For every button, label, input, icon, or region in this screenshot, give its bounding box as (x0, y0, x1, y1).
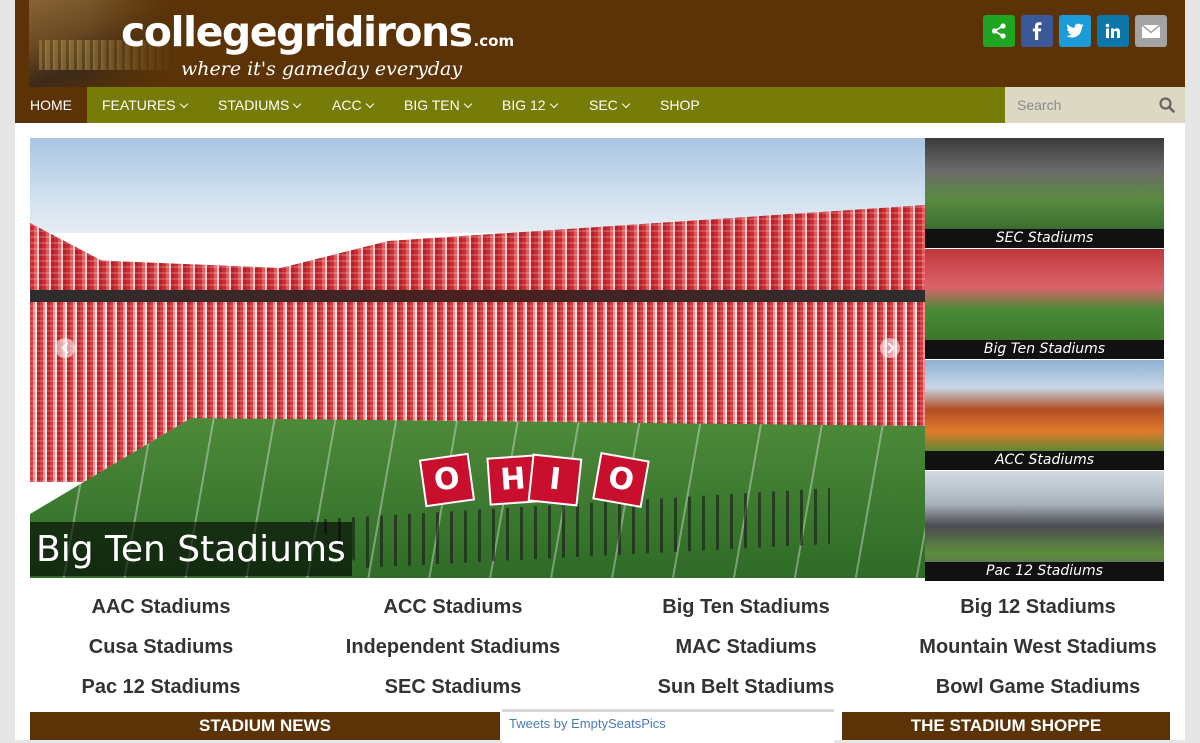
link-big-12-stadiums[interactable]: Big 12 Stadiums (892, 595, 1184, 619)
link-pac-12-stadiums[interactable]: Pac 12 Stadiums (15, 675, 307, 699)
thumb-caption[interactable]: SEC Stadiums (925, 229, 1164, 248)
link-sun-belt-stadiums[interactable]: Sun Belt Stadiums (600, 675, 892, 699)
nav-acc[interactable]: ACC (332, 87, 374, 123)
nav-stadiums[interactable]: STADIUMS (218, 87, 302, 123)
nav-big-ten[interactable]: BIG TEN (404, 87, 473, 123)
slide-flag: I (527, 453, 583, 507)
twitter-icon[interactable] (1059, 15, 1091, 47)
tweets-link[interactable]: Tweets by EmptySeatsPics (502, 712, 834, 735)
twitter-widget: Tweets by EmptySeatsPics (502, 709, 834, 743)
logo-text[interactable]: collegegridirons (121, 8, 473, 56)
nav-features[interactable]: FEATURES (102, 87, 188, 123)
link-aac-stadiums[interactable]: AAC Stadiums (15, 595, 307, 619)
link-mountain-west-stadiums[interactable]: Mountain West Stadiums (892, 635, 1184, 659)
link-big-ten-stadiums[interactable]: Big Ten Stadiums (600, 595, 892, 619)
chevron-down-icon (293, 99, 302, 109)
share-icon[interactable] (983, 15, 1015, 47)
thumb-pac-12-stadiums[interactable]: Pac 12 Stadiums (925, 471, 1164, 581)
search-input[interactable] (1005, 87, 1169, 123)
slide-flag: O (592, 452, 650, 508)
nav-shop[interactable]: SHOP (660, 87, 700, 123)
nav-features-label[interactable]: FEATURES (102, 97, 176, 113)
nav-big-12[interactable]: BIG 12 (502, 87, 558, 123)
nav-sec[interactable]: SEC (589, 87, 631, 123)
chevron-down-icon (621, 99, 631, 109)
page: collegegridirons .com where it's gameday … (15, 0, 1185, 743)
site-logo[interactable]: collegegridirons .com (121, 8, 514, 56)
nav-stadiums-label[interactable]: STADIUMS (218, 97, 289, 113)
nav-home-label[interactable]: HOME (30, 97, 72, 113)
search-icon[interactable] (1159, 97, 1175, 118)
site-header: collegegridirons .com where it's gameday … (15, 0, 1185, 87)
chevron-down-icon (179, 99, 188, 109)
link-mac-stadiums[interactable]: MAC Stadiums (600, 635, 892, 659)
nav-acc-label[interactable]: ACC (332, 97, 362, 113)
thumb-acc-stadiums[interactable]: ACC Stadiums (925, 360, 1164, 470)
nav-big-ten-label[interactable]: BIG TEN (404, 97, 460, 113)
nav-big-12-label[interactable]: BIG 12 (502, 97, 546, 113)
thumb-big-ten-stadiums[interactable]: Big Ten Stadiums (925, 249, 1164, 359)
stadium-shoppe-heading: THE STADIUM SHOPPE (842, 712, 1170, 740)
thumb-caption[interactable]: Big Ten Stadiums (925, 340, 1164, 359)
chevron-down-icon (365, 99, 374, 109)
linkedin-icon[interactable] (1097, 15, 1129, 47)
slider-next-arrow-icon[interactable] (880, 338, 900, 358)
facebook-icon[interactable] (1021, 15, 1053, 47)
slider-prev-arrow-icon[interactable] (55, 338, 75, 358)
slide-flag: O (418, 452, 476, 508)
thumb-sec-stadiums[interactable]: SEC Stadiums (925, 138, 1164, 248)
email-icon[interactable] (1135, 15, 1167, 47)
nav-home[interactable]: HOME (15, 87, 87, 123)
slide-caption[interactable]: Big Ten Stadiums (30, 522, 352, 576)
link-acc-stadiums[interactable]: ACC Stadiums (307, 595, 599, 619)
nav-shop-label[interactable]: SHOP (660, 97, 700, 113)
featured-slider[interactable]: O H I O Big Ten Stadiums (30, 138, 925, 578)
chevron-down-icon (463, 99, 473, 109)
stadium-news-heading: STADIUM NEWS (30, 712, 500, 740)
link-bowl-game-stadiums[interactable]: Bowl Game Stadiums (892, 675, 1184, 699)
search-box (1005, 87, 1185, 123)
nav-sec-label[interactable]: SEC (589, 97, 618, 113)
link-independent-stadiums[interactable]: Independent Stadiums (307, 635, 599, 659)
thumb-caption[interactable]: ACC Stadiums (925, 451, 1164, 470)
chevron-down-icon (549, 99, 558, 109)
thumb-caption[interactable]: Pac 12 Stadiums (925, 562, 1164, 581)
link-cusa-stadiums[interactable]: Cusa Stadiums (15, 635, 307, 659)
slide-photo-ribbon-board (30, 290, 925, 302)
site-tagline: where it's gameday everyday (181, 58, 463, 80)
link-sec-stadiums[interactable]: SEC Stadiums (307, 675, 599, 699)
logo-suffix[interactable]: .com (474, 32, 515, 50)
